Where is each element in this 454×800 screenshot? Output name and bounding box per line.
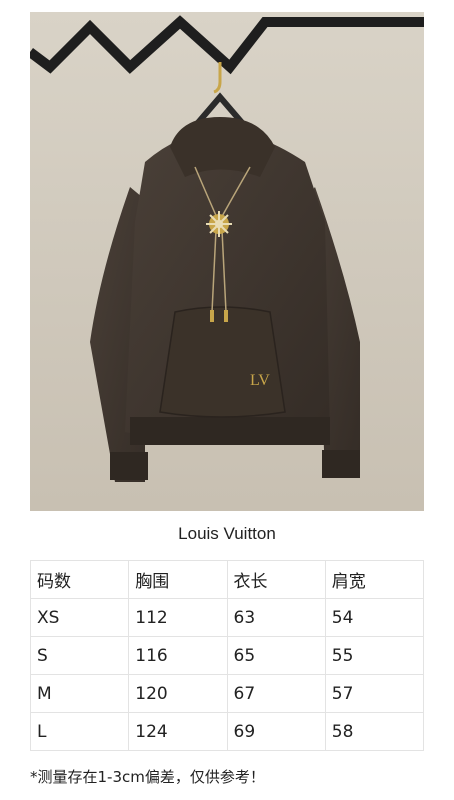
size-table-cell: 112 (128, 598, 228, 637)
size-table-row: M 120 67 57 (29, 674, 425, 713)
size-table-cell: 67 (226, 674, 326, 713)
size-table-cell: 58 (324, 712, 425, 751)
lv-monogram-icon: LV (250, 372, 270, 389)
size-table-cell: M (29, 674, 130, 713)
product-photo: LV (30, 12, 424, 511)
kangaroo-pocket (159, 306, 286, 418)
size-table-cell: 57 (324, 674, 425, 713)
hoodie-illustration: LV (30, 15, 424, 482)
size-chart-table: 码数 胸围 衣长 肩宽 XS 112 63 54 S 116 65 55 M 120 67 57 L 124 69 5… (29, 560, 425, 751)
zigzag-rack (30, 15, 424, 75)
size-table-row: XS 112 63 54 (29, 598, 425, 637)
size-table-cell: 69 (226, 712, 326, 751)
size-table-cell: L (29, 712, 130, 751)
brand-name: Louis Vuitton (178, 524, 276, 543)
size-table-cell: 54 (324, 598, 425, 637)
size-table-cell: XS (29, 598, 130, 637)
size-table-cell: 55 (324, 636, 425, 675)
hood (170, 117, 275, 177)
size-table-header-cell: 胸围 (128, 560, 228, 599)
size-table-header-cell: 肩宽 (324, 560, 425, 599)
size-table-row: S 116 65 55 (29, 636, 425, 675)
size-table-header-cell: 码数 (29, 560, 130, 599)
size-table-cell: 120 (128, 674, 228, 713)
size-table-cell: S (29, 636, 130, 675)
size-table-cell: 65 (226, 636, 326, 675)
size-table-header-row: 码数 胸围 衣长 肩宽 (29, 560, 425, 599)
size-table-cell: 116 (128, 636, 228, 675)
size-table-cell: 124 (128, 712, 228, 751)
measurement-note: *测量存在1-3cm偏差，仅供参考！ (30, 768, 265, 786)
size-table-row: L 124 69 58 (29, 712, 425, 751)
size-table-cell: 63 (226, 598, 326, 637)
size-table-header-cell: 衣长 (226, 560, 326, 599)
hem (130, 417, 330, 445)
hanger-hook (213, 62, 222, 94)
